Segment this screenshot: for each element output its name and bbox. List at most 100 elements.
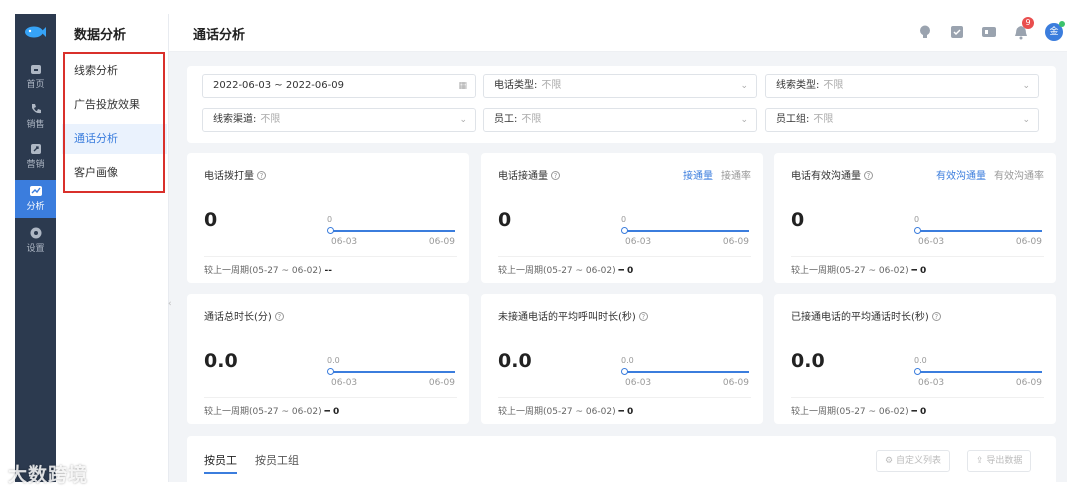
compare-value: ━ 0 xyxy=(911,407,927,417)
compare-text: 较上一周期(05-27 ~ 06-02) ━ 0 xyxy=(498,263,633,276)
lead-channel-value: 不限 xyxy=(260,114,281,125)
employee-select[interactable]: 员工: 不限 ⌄ xyxy=(483,108,757,132)
custom-columns-button[interactable]: ⚙ 自定义列表 xyxy=(876,450,950,472)
compare-text: 较上一周期(05-27 ~ 06-02) ━ 0 xyxy=(791,263,926,276)
rail-item-settings[interactable]: 设置 xyxy=(15,222,56,260)
help-icon[interactable]: ? xyxy=(864,171,873,180)
spark-start-date: 06-03 xyxy=(625,378,652,388)
bulb-icon[interactable] xyxy=(917,24,933,40)
spark-line xyxy=(624,230,749,232)
task-icon[interactable] xyxy=(949,24,965,40)
card-tabs: 有效沟通量 有效沟通率 xyxy=(936,167,1044,182)
online-dot xyxy=(1059,21,1065,27)
chart-icon xyxy=(29,186,42,196)
employee-group-label: 员工组: xyxy=(776,114,810,125)
export-button[interactable]: ⇪ 导出数据 xyxy=(967,450,1032,472)
spark-zero-label: 0 xyxy=(327,215,333,224)
help-icon[interactable]: ? xyxy=(638,312,648,321)
spark-line xyxy=(330,371,455,373)
top-header: 通话分析 9 金 xyxy=(169,14,1067,52)
card-title: 通话总时长(分)? xyxy=(204,308,284,323)
spark-line xyxy=(917,230,1042,232)
spark-zero-label: 0 xyxy=(914,215,920,224)
tab-effective-rate[interactable]: 有效沟通率 xyxy=(994,171,1044,182)
help-icon[interactable]: ? xyxy=(551,171,560,180)
spark-point xyxy=(621,368,628,375)
custom-columns-label: 自定义列表 xyxy=(895,456,941,466)
spark-zero-label: 0.0 xyxy=(621,356,634,365)
spark-line xyxy=(917,371,1042,373)
rail-item-analysis[interactable]: 分析 xyxy=(15,180,56,218)
lead-type-select[interactable]: 线索类型: 不限 ⌄ xyxy=(765,74,1039,98)
marketing-icon xyxy=(30,144,41,154)
divider xyxy=(498,256,751,257)
tab-connected-rate[interactable]: 接通率 xyxy=(721,171,751,182)
card-title-text: 已接通电话的平均通话时长(秒) xyxy=(791,312,929,323)
spark-line xyxy=(330,230,455,232)
sparkline: 0.0 06-03 06-09 xyxy=(914,356,1042,392)
metric-value: 0 xyxy=(498,209,512,231)
compare-label: 较上一周期(05-27 ~ 06-02) xyxy=(204,407,322,417)
compare-text: 较上一周期(05-27 ~ 06-02) ━ 0 xyxy=(204,404,339,417)
collapse-handle[interactable]: ‹ xyxy=(168,299,176,313)
spark-end-date: 06-09 xyxy=(428,237,455,247)
notification-badge: 9 xyxy=(1022,17,1034,29)
card-title-text: 电话拨打量 xyxy=(204,171,254,182)
tab-by-employee[interactable]: 按员工 xyxy=(204,452,237,474)
employee-value: 不限 xyxy=(521,114,542,125)
rail-item-marketing[interactable]: 营销 xyxy=(15,138,56,176)
rail-label: 营销 xyxy=(26,160,45,170)
card-title: 已接通电话的平均通话时长(秒)? xyxy=(791,308,941,323)
spark-end-date: 06-09 xyxy=(428,378,455,388)
compare-value: ━ 0 xyxy=(911,266,927,276)
metric-card-effective-calls: 电话有效沟通量? 有效沟通量 有效沟通率 0 0 06-03 06-09 较上一周… xyxy=(774,153,1056,283)
divider xyxy=(791,397,1044,398)
spark-point xyxy=(914,227,921,234)
card-title: 未接通电话的平均呼叫时长(秒)? xyxy=(498,308,648,323)
card-title: 电话拨打量? xyxy=(204,167,266,182)
metric-value: 0.0 xyxy=(791,350,825,372)
call-type-select[interactable]: 电话类型: 不限 ⌄ xyxy=(483,74,757,98)
lead-channel-select[interactable]: 线索渠道: 不限 ⌄ xyxy=(202,108,476,132)
rail-item-home[interactable]: 首页 xyxy=(15,58,56,96)
date-range-picker[interactable]: 2022-06-03 ~ 2022-06-09 ▦ xyxy=(202,74,476,98)
tab-by-employee-group[interactable]: 按员工组 xyxy=(255,452,299,468)
chevron-down-icon: ⌄ xyxy=(740,115,748,125)
metric-card-unanswered-avg: 未接通电话的平均呼叫时长(秒)? 0.0 0.0 06-03 06-09 较上一… xyxy=(481,294,763,424)
metric-card-calls-connected: 电话接通量? 接通量 接通率 0 0 06-03 06-09 较上一周期(05-2… xyxy=(481,153,763,283)
metric-card-total-duration: 通话总时长(分)? 0.0 0.0 06-03 06-09 较上一周期(05-2… xyxy=(187,294,469,424)
divider xyxy=(791,256,1044,257)
lead-channel-label: 线索渠道: xyxy=(213,114,257,125)
avatar-text: 金 xyxy=(1049,27,1059,37)
metric-card-calls-dialed: 电话拨打量? 0 0 06-03 06-09 较上一周期(05-27 ~ 06-… xyxy=(187,153,469,283)
help-icon[interactable]: ? xyxy=(274,312,284,321)
lead-type-value: 不限 xyxy=(823,80,844,91)
compare-label: 较上一周期(05-27 ~ 06-02) xyxy=(498,407,616,417)
employee-group-value: 不限 xyxy=(813,114,834,125)
tab-effective-count[interactable]: 有效沟通量 xyxy=(936,171,986,182)
detail-table-panel: 按员工 按员工组 ⚙ 自定义列表 ⇪ 导出数据 xyxy=(187,436,1056,482)
compare-text: 较上一周期(05-27 ~ 06-02) -- xyxy=(204,263,332,276)
calendar-icon: ▦ xyxy=(458,81,467,91)
compare-label: 较上一周期(05-27 ~ 06-02) xyxy=(791,407,909,417)
rail-item-sales[interactable]: 销售 xyxy=(15,98,56,136)
compare-label: 较上一周期(05-27 ~ 06-02) xyxy=(204,266,322,276)
chevron-down-icon: ⌄ xyxy=(740,81,748,91)
tab-connected-count[interactable]: 接通量 xyxy=(683,171,713,182)
highlight-box xyxy=(63,52,165,193)
sparkline: 0 06-03 06-09 xyxy=(914,215,1042,251)
screen-icon[interactable] xyxy=(981,24,997,40)
card-title-text: 未接通电话的平均呼叫时长(秒) xyxy=(498,312,636,323)
sparkline: 0.0 06-03 06-09 xyxy=(621,356,749,392)
spark-start-date: 06-03 xyxy=(918,378,945,388)
metric-value: 0.0 xyxy=(204,350,238,372)
sparkline: 0 06-03 06-09 xyxy=(327,215,455,251)
help-icon[interactable]: ? xyxy=(931,312,941,321)
sidebar-title: 数据分析 xyxy=(74,28,127,43)
sparkline: 0 06-03 06-09 xyxy=(621,215,749,251)
spark-start-date: 06-03 xyxy=(331,237,358,247)
icon-rail: 首页 销售 营销 分析 设置 xyxy=(15,14,56,482)
employee-group-select[interactable]: 员工组: 不限 ⌄ xyxy=(765,108,1039,132)
help-icon[interactable]: ? xyxy=(257,171,266,180)
page-title: 通话分析 xyxy=(193,28,246,43)
